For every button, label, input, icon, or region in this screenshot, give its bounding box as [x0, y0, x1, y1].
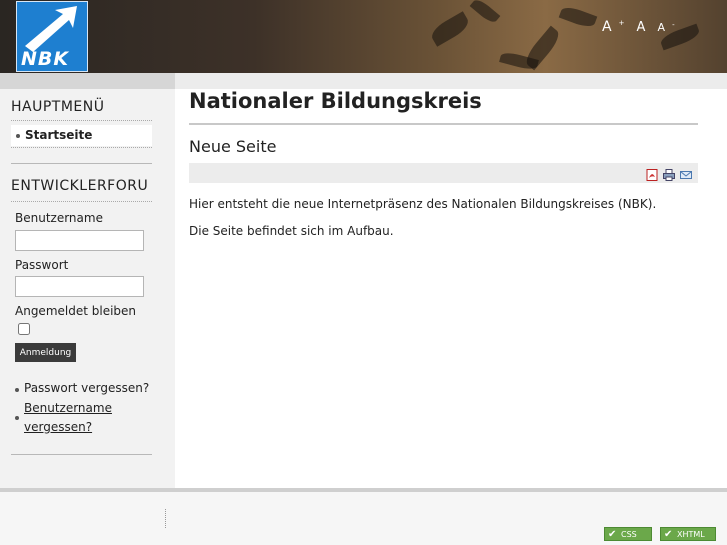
article-toolbar [189, 163, 698, 183]
site-header: NBK A + A A- [0, 0, 727, 73]
top-band-left [0, 73, 175, 89]
pdf-icon[interactable] [646, 169, 658, 181]
font-decrease-label: A [657, 21, 666, 34]
section-divider [11, 454, 152, 455]
xhtml-valid-badge[interactable]: ✔ XHTML [660, 527, 716, 541]
title-divider [189, 123, 698, 125]
css-badge-label: CSS [621, 530, 637, 539]
remember-label: Angemeldet bleiben [15, 304, 137, 318]
sidebar-item-startseite[interactable]: Startseite [11, 125, 152, 146]
login-title: ENTWICKLERFORU [11, 178, 149, 194]
article-paragraph: Hier entsteht die neue Internetpräsenz d… [189, 197, 657, 211]
divider [11, 201, 152, 202]
print-icon[interactable] [663, 169, 675, 181]
section-divider [11, 163, 152, 164]
decorative-leaf [469, 0, 501, 26]
site-logo[interactable]: NBK [16, 1, 88, 72]
sidebar: HAUPTMENÜ Startseite ENTWICKLERFORU Benu… [0, 89, 175, 488]
forgot-username-link[interactable]: Benutzername vergessen? [24, 399, 112, 437]
font-increase-button[interactable]: A + [602, 19, 624, 35]
username-label: Benutzername [15, 211, 103, 225]
check-icon: ✔ [608, 529, 617, 540]
font-size-controls: A + A A- [602, 16, 682, 35]
footer-separator [165, 509, 166, 528]
remember-checkbox[interactable] [18, 323, 30, 335]
divider [11, 147, 152, 148]
decorative-leaf [428, 11, 472, 47]
forgot-password-link[interactable]: Passwort vergessen? [24, 381, 149, 395]
forgot-username-line2: vergessen? [24, 420, 93, 434]
forgot-username-line1: Benutzername [24, 401, 112, 415]
decorative-leaf [558, 4, 598, 30]
font-decrease-button[interactable]: A- [658, 21, 675, 34]
article-title: Neue Seite [189, 137, 277, 156]
login-button[interactable]: Anmeldung [15, 343, 76, 362]
article-paragraph: Die Seite befindet sich im Aufbau. [189, 224, 394, 238]
font-increase-sup: + [618, 19, 625, 27]
bullet [15, 388, 19, 392]
check-icon: ✔ [664, 529, 673, 540]
password-field[interactable] [15, 276, 144, 297]
css-valid-badge[interactable]: ✔ CSS [604, 527, 652, 541]
logo-text: NBK [21, 48, 70, 70]
bullet [15, 416, 19, 420]
password-label: Passwort [15, 258, 69, 272]
username-field[interactable] [15, 230, 144, 251]
font-decrease-sup: - [672, 21, 675, 29]
divider [11, 120, 152, 121]
email-icon[interactable] [680, 169, 692, 181]
font-increase-label: A [602, 19, 612, 35]
main-menu-title: HAUPTMENÜ [11, 99, 105, 115]
xhtml-badge-label: XHTML [677, 530, 705, 539]
font-reset-button[interactable]: A [637, 20, 646, 35]
page-title: Nationaler Bildungskreis [189, 89, 482, 113]
